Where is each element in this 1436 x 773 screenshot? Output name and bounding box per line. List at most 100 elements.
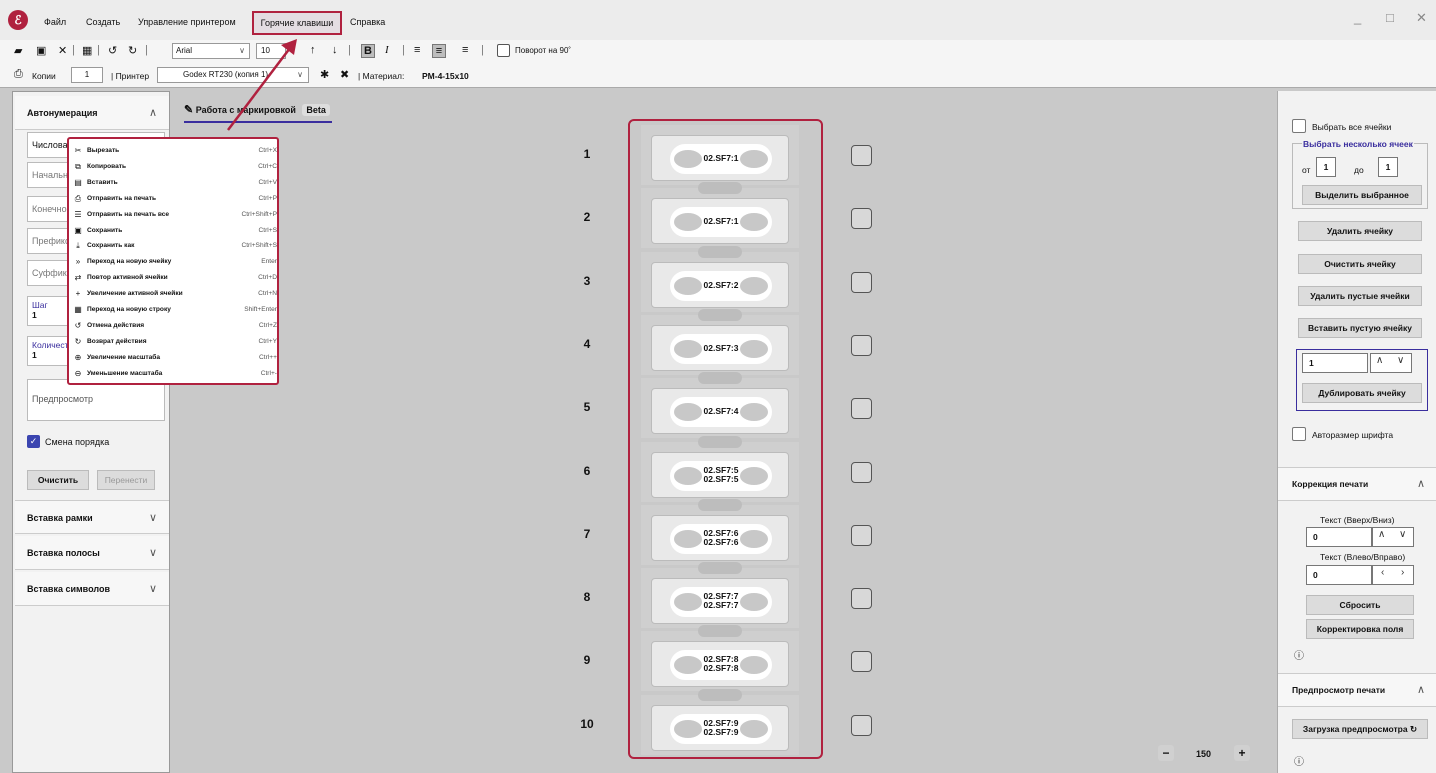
arrow-down-icon[interactable]: ↓ [332, 44, 338, 56]
label-select-checkbox[interactable] [851, 461, 872, 483]
label-select-checkbox[interactable] [851, 651, 872, 673]
duplicate-count-input[interactable]: 1 [1302, 353, 1368, 373]
hotkey-item[interactable]: ⧉ Копировать Ctrl+C [73, 159, 277, 174]
insert-symbols-accordion[interactable]: Вставка символов ∨ [15, 572, 169, 606]
label-select-checkbox[interactable] [851, 398, 872, 420]
close-button[interactable]: ✕ [1416, 10, 1427, 26]
hotkey-item[interactable]: ⎙ Отправить на печать Ctrl+P [73, 191, 277, 206]
hotkey-item[interactable]: ▦ Переход на новую строку Shift+Enter [73, 302, 277, 317]
grid-icon[interactable]: ▦ [82, 44, 92, 57]
to-input[interactable]: 1 [1378, 157, 1398, 177]
chevron-right-icon[interactable]: › [1401, 567, 1404, 578]
close-icon[interactable]: ✕ [58, 44, 67, 57]
load-preview-button[interactable]: Загрузка предпросмотра ↻ [1292, 719, 1428, 739]
rotate-90-checkbox[interactable] [497, 44, 510, 57]
transfer-button[interactable]: Перенести [97, 470, 155, 490]
redo-icon[interactable]: ↻ [128, 44, 137, 57]
chevron-down-icon[interactable]: ∨ [1397, 355, 1404, 366]
hotkey-item[interactable]: » Переход на новую ячейку Enter [73, 254, 277, 269]
font-family-select[interactable]: Arial ∨ [172, 43, 250, 59]
menu-printer-management[interactable]: Управление принтером [138, 17, 236, 27]
autonumbering-accordion[interactable]: Автонумерация ∧ [15, 96, 169, 130]
from-input[interactable]: 1 [1316, 157, 1336, 177]
align-center-icon[interactable]: ≡ [432, 44, 446, 58]
highlight-selected-button[interactable]: Выделить выбранное [1302, 185, 1422, 205]
hotkey-item[interactable]: ✂ Вырезать Ctrl+X [73, 143, 277, 158]
undo-icon[interactable]: ↺ [108, 44, 117, 57]
printer-select[interactable]: Godex RT230 (копия 1) ∨ [157, 67, 309, 83]
hotkey-item[interactable]: ▣ Сохранить Ctrl+S [73, 223, 277, 238]
bold-button[interactable]: B [361, 44, 375, 58]
select-all-checkbox[interactable] [1292, 119, 1306, 133]
label-select-checkbox[interactable] [851, 524, 872, 546]
gear-icon[interactable]: ✱ [320, 68, 329, 81]
help-icon[interactable]: ⓘ [1294, 647, 1304, 662]
text-updown-input[interactable]: 0 [1306, 527, 1372, 547]
minimize-button[interactable]: _ [1354, 10, 1361, 25]
text-updown-stepper[interactable]: ∧ ∨ [1372, 527, 1414, 547]
save-icon[interactable]: ▣ [36, 44, 46, 57]
duplicate-cell-button[interactable]: Дублировать ячейку [1302, 383, 1422, 403]
tools-icon[interactable]: ✖ [340, 68, 349, 81]
hotkey-item[interactable]: ↺ Отмена действия Ctrl+Z [73, 318, 277, 333]
label-select-checkbox[interactable] [851, 145, 872, 166]
maximize-button[interactable]: □ [1386, 10, 1394, 25]
menu-hotkeys[interactable]: Горячие клавиши [252, 11, 342, 35]
delete-cell-button[interactable]: Удалить ячейку [1298, 221, 1422, 241]
label-cell[interactable]: 02.SF7:5 02.SF7:5 [641, 435, 799, 502]
clear-cell-button[interactable]: Очистить ячейку [1298, 254, 1422, 274]
hotkey-item[interactable]: ⊖ Уменьшение масштаба Ctrl+- [73, 366, 277, 381]
label-cell[interactable]: 02.SF7:2 [641, 245, 799, 312]
print-preview-accordion[interactable]: Предпросмотр печати ∧ [1278, 673, 1436, 707]
hotkey-item[interactable]: + Увеличение активной ячейки Ctrl+N [73, 286, 277, 301]
print-correction-accordion[interactable]: Коррекция печати ∧ [1278, 467, 1436, 501]
label-select-checkbox[interactable] [851, 334, 872, 356]
delete-empty-cells-button[interactable]: Удалить пустые ячейки [1298, 286, 1422, 306]
text-leftright-stepper[interactable]: ‹ › [1372, 565, 1414, 585]
italic-button[interactable]: I [385, 44, 389, 56]
label-cell[interactable]: 02.SF7:1 [641, 182, 799, 249]
help-icon[interactable]: ⓘ [1294, 753, 1304, 768]
copies-input[interactable]: 1 [71, 67, 103, 83]
insert-empty-cell-button[interactable]: Вставить пустую ячейку [1298, 318, 1422, 338]
menu-help[interactable]: Справка [350, 17, 385, 27]
reset-button[interactable]: Сбросить [1306, 595, 1414, 615]
hotkey-item[interactable]: ↻ Возврат действия Ctrl+Y [73, 334, 277, 349]
font-size-input[interactable]: 10 [256, 43, 286, 59]
chevron-up-icon[interactable]: ∧ [1376, 355, 1383, 366]
hotkey-item[interactable]: ⇄ Повтор активной ячейки Ctrl+D [73, 270, 277, 285]
label-select-checkbox[interactable] [851, 714, 872, 736]
hotkey-item[interactable]: ▤ Вставить Ctrl+V [73, 175, 277, 190]
menu-file[interactable]: Файл [44, 17, 66, 27]
hotkey-item[interactable]: ⤓ Сохранить как Ctrl+Shift+S [73, 238, 277, 253]
zoom-in-icon[interactable]: + [1234, 745, 1250, 761]
field-correction-button[interactable]: Корректировка поля [1306, 619, 1414, 639]
order-change-checkbox[interactable]: ✓ [27, 435, 40, 448]
chevron-down-icon[interactable]: ∨ [1399, 529, 1406, 540]
insert-strip-accordion[interactable]: Вставка полосы ∨ [15, 536, 169, 570]
menu-create[interactable]: Создать [86, 17, 120, 27]
hotkey-item[interactable]: ⊕ Увеличение масштаба Ctrl++ [73, 350, 277, 365]
label-select-checkbox[interactable] [851, 271, 872, 293]
chevron-up-icon[interactable]: ∧ [1378, 529, 1385, 540]
insert-frame-accordion[interactable]: Вставка рамки ∨ [15, 500, 169, 534]
tab-marking-work[interactable]: ✎ Работа с маркировкой Beta [184, 103, 332, 123]
label-select-checkbox[interactable] [851, 588, 872, 610]
arrow-up-icon[interactable]: ↑ [310, 44, 316, 56]
label-cell[interactable]: 02.SF7:3 [641, 308, 799, 375]
label-cell[interactable]: 02.SF7:1 [641, 125, 799, 185]
align-right-icon[interactable]: ≡ [462, 44, 468, 56]
zoom-out-icon[interactable]: − [1158, 745, 1174, 761]
duplicate-count-stepper[interactable]: ∧ ∨ [1370, 353, 1412, 373]
label-cell[interactable]: 02.SF7:6 02.SF7:6 [641, 498, 799, 565]
label-cell[interactable]: 02.SF7:7 02.SF7:7 [641, 562, 799, 629]
printer-icon[interactable]: ⎙ [14, 68, 23, 81]
text-leftright-input[interactable]: 0 [1306, 565, 1372, 585]
label-cell[interactable]: 02.SF7:9 02.SF7:9 [641, 688, 799, 755]
open-folder-icon[interactable]: ▰ [14, 44, 22, 57]
label-cell[interactable]: 02.SF7:8 02.SF7:8 [641, 625, 799, 692]
autosize-font-checkbox[interactable] [1292, 427, 1306, 441]
label-select-checkbox[interactable] [851, 208, 872, 230]
label-cell[interactable]: 02.SF7:4 [641, 372, 799, 439]
align-left-icon[interactable]: ≡ [414, 44, 420, 56]
